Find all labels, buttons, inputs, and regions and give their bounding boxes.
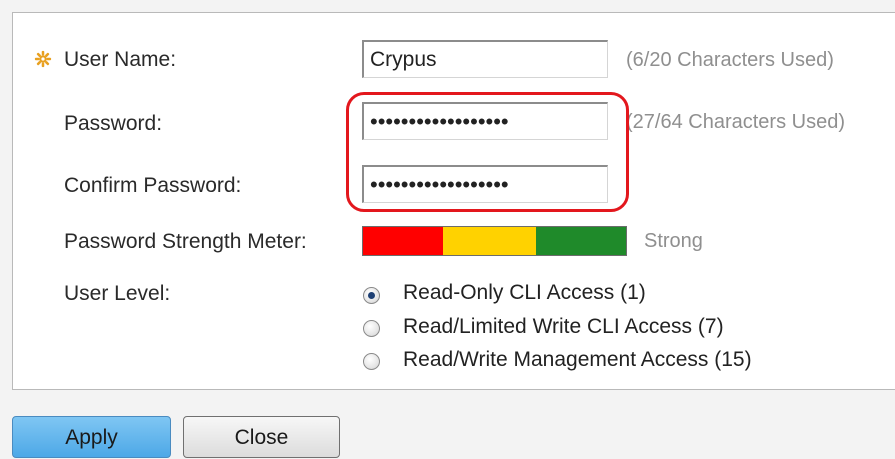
password-label: Password: (64, 112, 163, 135)
radio-read-only[interactable] (363, 287, 380, 304)
strength-segment-strong (536, 227, 626, 255)
radio-read-only-label[interactable]: Read-Only CLI Access (1) (403, 281, 646, 305)
username-input[interactable]: Crypus (362, 40, 608, 78)
strength-status: Strong (644, 230, 703, 252)
strength-meter-label: Password Strength Meter: (64, 230, 307, 253)
radio-limited-write-label[interactable]: Read/Limited Write CLI Access (7) (403, 315, 724, 339)
password-fields-highlight (346, 92, 629, 212)
password-char-count: (27/64 Characters Used) (626, 111, 845, 133)
password-strength-meter (362, 226, 627, 256)
radio-management[interactable] (363, 353, 380, 370)
confirm-password-label: Confirm Password: (64, 174, 242, 197)
apply-button[interactable]: Apply (12, 416, 171, 458)
username-label: User Name: (64, 48, 177, 71)
radio-management-label[interactable]: Read/Write Management Access (15) (403, 348, 752, 372)
username-char-count: (6/20 Characters Used) (626, 49, 834, 71)
radio-limited-write[interactable] (363, 320, 380, 337)
user-level-label: User Level: (64, 282, 171, 305)
strength-segment-weak (363, 227, 443, 255)
strength-segment-medium (443, 227, 536, 255)
close-button[interactable]: Close (183, 416, 340, 458)
required-asterisk-icon (34, 50, 52, 68)
